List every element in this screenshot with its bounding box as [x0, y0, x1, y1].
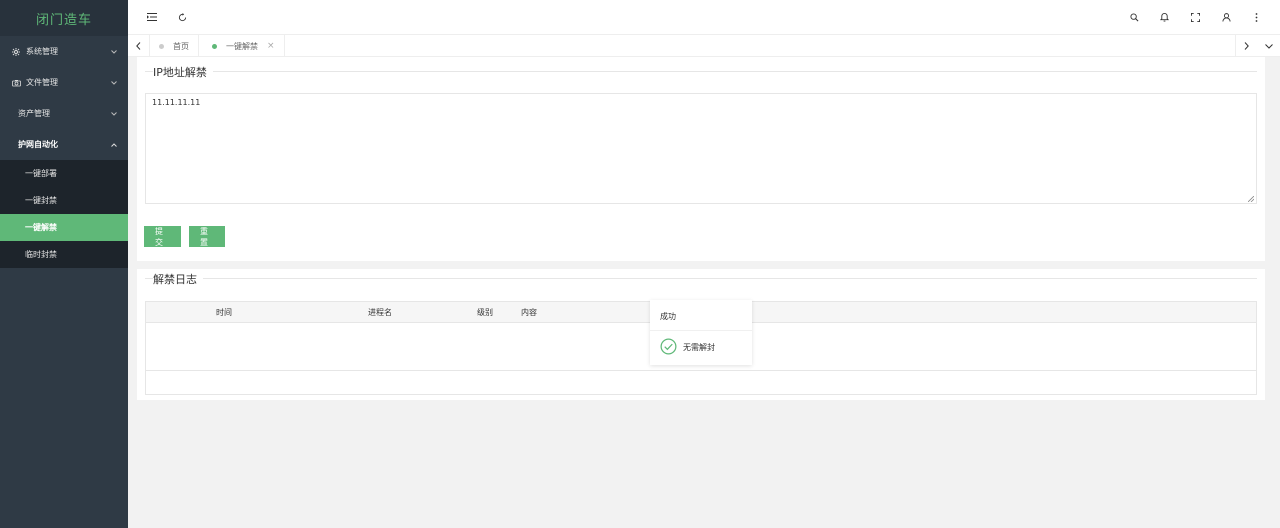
sidebar-item-files[interactable]: 文件管理 [0, 67, 128, 98]
search-icon[interactable] [1126, 9, 1142, 25]
submenu-item-temp-block[interactable]: 临时封禁 [0, 241, 128, 268]
ip-address-textarea[interactable]: 11.11.11.11 [145, 93, 1257, 204]
submenu-automation: 一键部署 一键封禁 一键解禁 临时封禁 [0, 160, 128, 268]
resize-grip-icon[interactable] [1247, 195, 1255, 203]
unblock-form-card: IP地址解禁 11.11.11.11 提交 重置 [137, 57, 1265, 261]
submenu-item-block[interactable]: 一键封禁 [0, 187, 128, 214]
log-legend: 解禁日志 [153, 271, 203, 287]
reset-button[interactable]: 重置 [189, 226, 225, 247]
tab-unblock[interactable]: 一键解禁 × [203, 35, 285, 57]
column-header-process: 进程名 [368, 308, 392, 317]
submenu-item-unblock[interactable]: 一键解禁 [0, 214, 128, 241]
column-header-time: 时间 [216, 308, 232, 317]
sidebar-item-system[interactable]: 系统管理 [0, 36, 128, 67]
sidebar-item-label: 文件管理 [26, 78, 58, 87]
tab-scroll-right-icon[interactable] [1235, 35, 1257, 57]
legend-divider [145, 71, 1257, 72]
notification-title: 成功 [660, 312, 676, 321]
form-legend: IP地址解禁 [153, 64, 213, 80]
tab-bar: 首页 一键解禁 × [128, 35, 1280, 57]
tab-label: 首页 [173, 41, 189, 51]
legend-divider [145, 278, 1257, 279]
tab-label: 一键解禁 [226, 41, 258, 51]
top-header [128, 0, 1280, 35]
column-header-level: 级别 [477, 308, 493, 317]
chevron-down-icon [110, 110, 118, 118]
sidebar-item-label: 护网自动化 [18, 140, 58, 149]
gear-icon [11, 47, 21, 56]
app-logo: 闭门造车 [0, 0, 128, 36]
tab-scroll-left-icon[interactable] [128, 35, 150, 57]
submit-button[interactable]: 提交 [144, 226, 181, 247]
tab-status-dot [212, 43, 217, 49]
chevron-down-icon [110, 48, 118, 56]
chevron-up-icon [110, 141, 118, 149]
sidebar-item-label: 资产管理 [18, 109, 50, 118]
textarea-value: 11.11.11.11 [152, 98, 201, 107]
column-header-content: 内容 [521, 308, 537, 317]
table-footer-divider [146, 370, 1256, 371]
chevron-down-icon [110, 79, 118, 87]
tab-menu-chevron-down-icon[interactable] [1258, 35, 1280, 57]
menu-toggle-icon[interactable] [144, 9, 160, 25]
check-circle-icon [660, 338, 677, 355]
sidebar-item-automation[interactable]: 护网自动化 [0, 129, 128, 160]
success-notification: 成功 无需解封 [650, 300, 752, 365]
submenu-item-deploy[interactable]: 一键部署 [0, 160, 128, 187]
user-icon[interactable] [1218, 9, 1234, 25]
fullscreen-icon[interactable] [1187, 9, 1203, 25]
bell-icon[interactable] [1156, 9, 1172, 25]
refresh-icon[interactable] [174, 9, 190, 25]
sidebar: 闭门造车 系统管理 文件管理 资产管理 护网自动化 一键部署 一键封禁 一键解禁… [0, 0, 128, 528]
sidebar-item-assets[interactable]: 资产管理 [0, 98, 128, 129]
notification-message: 无需解封 [683, 343, 715, 352]
sidebar-item-label: 系统管理 [26, 47, 58, 56]
tab-status-dot [159, 43, 164, 49]
notification-divider [650, 330, 752, 331]
tab-home[interactable]: 首页 [150, 35, 199, 57]
camera-icon [11, 79, 21, 87]
close-icon[interactable]: × [267, 41, 275, 51]
more-vertical-icon[interactable] [1248, 9, 1264, 25]
